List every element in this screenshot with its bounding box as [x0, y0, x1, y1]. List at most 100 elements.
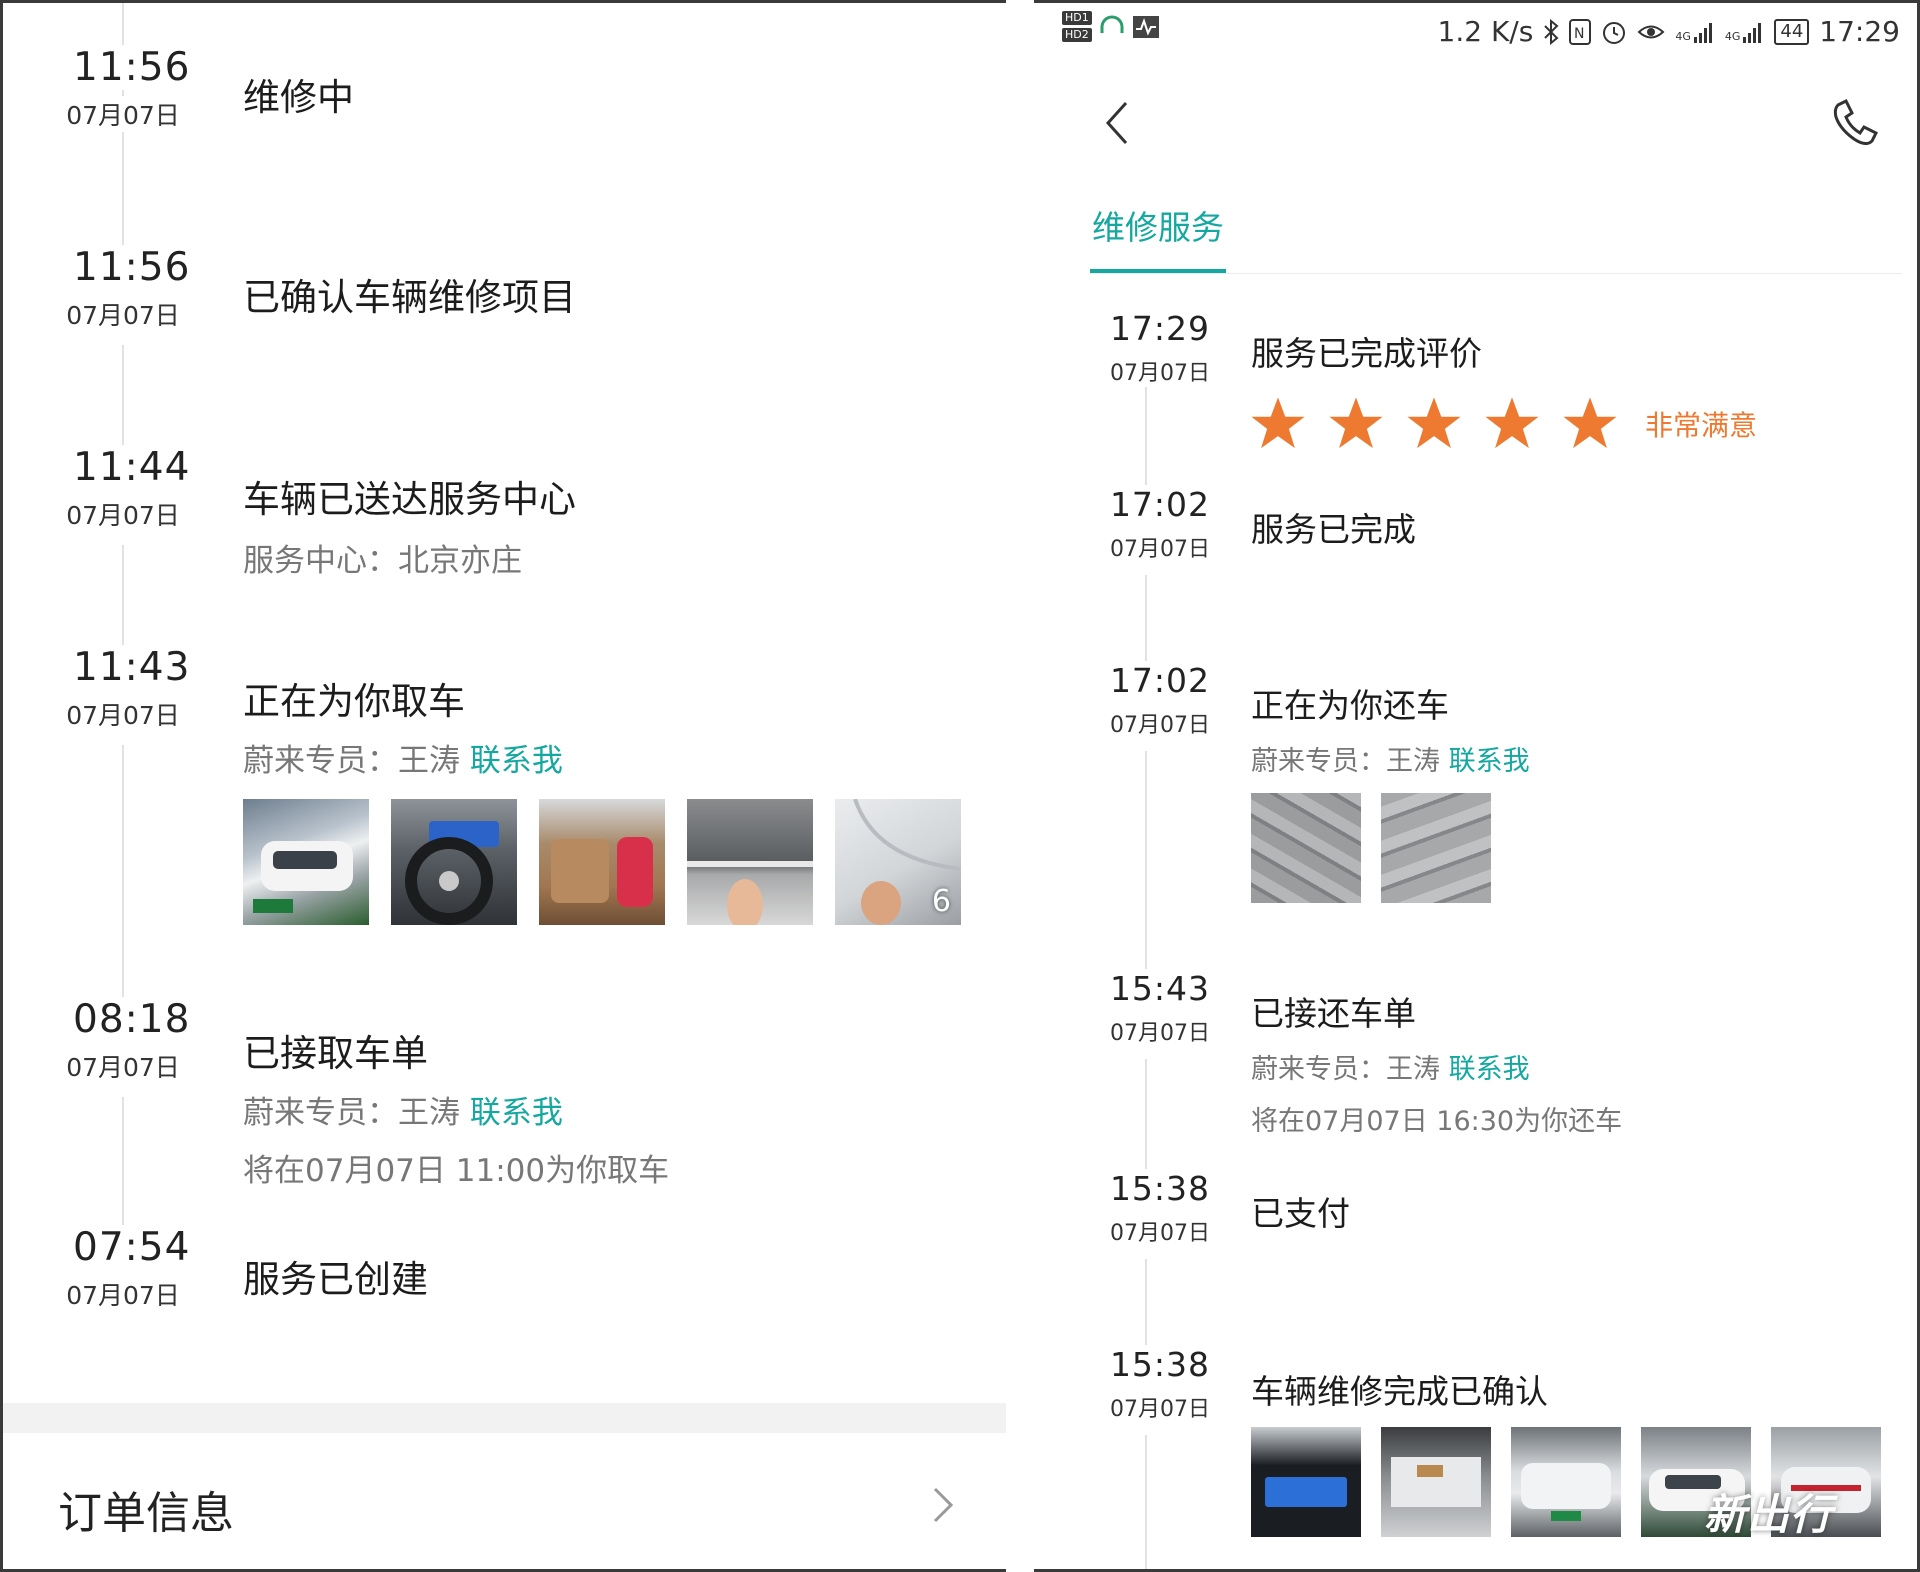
- tab-divider: [1090, 273, 1902, 274]
- dashboard-photo: [1265, 1477, 1347, 1507]
- entry-date: 07月07日: [1110, 1221, 1210, 1246]
- entry-date: 07月07日: [1110, 1021, 1210, 1046]
- photo-thumbnail[interactable]: [1251, 1427, 1361, 1537]
- trunk-photo: [1391, 1457, 1481, 1507]
- headphone-icon: [1100, 15, 1124, 33]
- photo-thumbnail[interactable]: [687, 799, 813, 925]
- entry-date: 07月07日: [61, 96, 185, 132]
- pickup-note: 将在07月07日 11:00为你取车: [243, 1153, 670, 1189]
- nfc-icon: N: [1569, 18, 1592, 45]
- entry-date: 07月07日: [66, 1053, 180, 1082]
- entry-title: 服务已完成评价: [1251, 334, 1482, 373]
- entry-title: 车辆已送达服务中心: [243, 478, 576, 521]
- service-center-text: 服务中心：北京亦庄: [243, 543, 522, 579]
- entry-date: 07月07日: [1110, 537, 1210, 562]
- photo-thumbnail[interactable]: 6: [835, 799, 961, 925]
- photo-thumbnail[interactable]: [1251, 793, 1361, 903]
- entry-title: 已确认车辆维修项目: [243, 276, 576, 319]
- star-icon: [1407, 397, 1461, 449]
- entry-title: 服务已完成: [1251, 510, 1416, 549]
- entry-title: 维修中: [243, 76, 354, 119]
- signal-type-label: 4G: [1724, 29, 1741, 43]
- left-screen-panel: 11:56 07月07日 维修中 11:56 07月07日 已确认车辆维修项目 …: [0, 0, 1006, 1572]
- status-right-icons: 1.2 K/s N 4G 4G 44 17:29: [1438, 15, 1900, 48]
- photo-strip: 6: [243, 799, 983, 925]
- staff-line: 蔚来专员：王涛 联系我: [1251, 1047, 1530, 1086]
- staff-line: 蔚来专员：王涛 联系我: [243, 1087, 563, 1132]
- signal-icon: 4G: [1675, 21, 1715, 43]
- signal-type-label: 4G: [1675, 29, 1691, 43]
- rating-text: 非常满意: [1645, 409, 1758, 442]
- staff-line: 蔚来专员：王涛 联系我: [1251, 739, 1530, 778]
- order-info-row[interactable]: 订单信息: [3, 1433, 1006, 1569]
- staff-line: 蔚来专员：王涛 联系我: [243, 735, 563, 780]
- signal-bars-icon: [1693, 22, 1712, 43]
- contact-me-link[interactable]: 联系我: [1449, 1054, 1530, 1085]
- entry-date: 07月07日: [66, 301, 180, 330]
- star-icon: [1485, 397, 1539, 449]
- steering-wheel-photo: [405, 821, 499, 925]
- chevron-right-icon: [933, 1487, 954, 1523]
- star-icon: [1329, 397, 1383, 449]
- tab-repair-service[interactable]: 维修服务: [1092, 201, 1224, 249]
- phone-icon[interactable]: [1824, 93, 1884, 153]
- entry-title: 车辆维修完成已确认: [1251, 1372, 1548, 1411]
- svg-text:N: N: [1574, 26, 1584, 42]
- bluetooth-icon: [1544, 18, 1559, 45]
- entry-date: 07月07日: [66, 701, 180, 730]
- order-info-label: 订单信息: [58, 1488, 234, 1539]
- entry-title: 正在为你取车: [243, 680, 465, 723]
- return-note: 将在07月07日 16:30为你还车: [1251, 1106, 1623, 1137]
- staff-name: 蔚来专员：王涛: [243, 743, 460, 779]
- section-divider: [3, 1403, 1006, 1433]
- star-icon: [1251, 397, 1305, 449]
- contact-me-link[interactable]: 联系我: [470, 743, 563, 779]
- activity-icon: [1132, 15, 1159, 38]
- photo-thumbnail[interactable]: [391, 799, 517, 925]
- entry-title: 服务已创建: [243, 1258, 428, 1301]
- car-front-photo: [1521, 1463, 1611, 1521]
- photo-thumbnail[interactable]: [1511, 1427, 1621, 1537]
- nav-bar: [1034, 73, 1917, 173]
- photo-thumbnail[interactable]: [1381, 1427, 1491, 1537]
- signal-bars-icon: [1743, 22, 1762, 43]
- eye-icon: [1637, 25, 1665, 38]
- entry-title: 正在为你还车: [1251, 686, 1449, 725]
- entry-date: 07月07日: [66, 501, 180, 530]
- scratch-photo: [687, 861, 813, 925]
- staff-name: 蔚来专员：王涛: [1251, 746, 1440, 777]
- watermark: 新出行: [1704, 1490, 1834, 1539]
- battery-indicator: 44: [1774, 18, 1810, 45]
- network-speed: 1.2 K/s: [1437, 15, 1534, 48]
- entry-time: 17:29: [1100, 309, 1220, 348]
- entry-date: 07月07日: [1110, 713, 1210, 738]
- photo-thumbnail[interactable]: [1381, 793, 1491, 903]
- entry-title: 已接还车单: [1251, 994, 1416, 1033]
- clock: 17:29: [1819, 15, 1900, 48]
- entry-title: 已支付: [1251, 1194, 1350, 1233]
- status-bar: HD1 HD2 1.2 K/s N 4G 4G 44 17:29: [1034, 3, 1917, 63]
- contact-me-link[interactable]: 联系我: [470, 1095, 563, 1131]
- star-icon: [1563, 397, 1617, 449]
- staff-name: 蔚来专员：王涛: [1251, 1054, 1440, 1085]
- entry-title: 已接取车单: [243, 1032, 428, 1075]
- seat-photo: [551, 837, 653, 907]
- chevron-left-icon[interactable]: [1096, 93, 1136, 153]
- hd-badge: HD2: [1062, 28, 1092, 42]
- photo-thumbnail[interactable]: [243, 799, 369, 925]
- status-left-icons: HD1 HD2: [1062, 11, 1160, 42]
- entry-date: 07月07日: [1110, 1397, 1210, 1422]
- hd-badge: HD1: [1062, 11, 1092, 25]
- entry-date: 07月07日: [1090, 355, 1230, 387]
- alarm-icon: [1603, 21, 1626, 44]
- car-photo: [253, 841, 353, 913]
- rating-stars: 非常满意: [1249, 395, 1757, 453]
- entry-time: 07:54: [73, 1225, 191, 1270]
- contact-me-link[interactable]: 联系我: [1449, 746, 1530, 777]
- photo-strip: [1251, 793, 1511, 903]
- staff-name: 蔚来专员：王涛: [243, 1095, 460, 1131]
- more-photos-count: 6: [931, 884, 951, 919]
- photo-thumbnail[interactable]: [539, 799, 665, 925]
- signal-icon: 4G: [1725, 21, 1765, 43]
- entry-time: 11:56: [73, 45, 191, 90]
